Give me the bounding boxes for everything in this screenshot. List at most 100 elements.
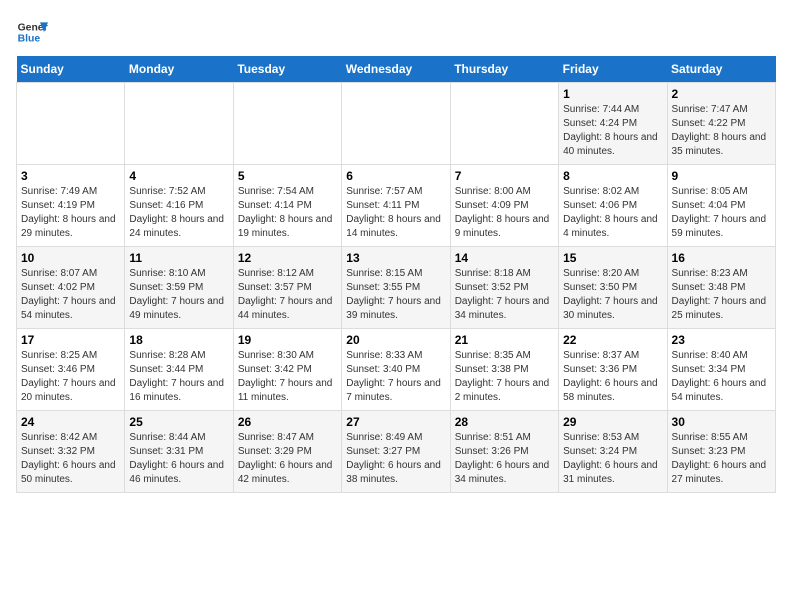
calendar-cell [342, 83, 450, 165]
day-number: 5 [238, 169, 337, 183]
svg-text:Blue: Blue [18, 34, 41, 45]
day-info: Sunrise: 7:44 AM Sunset: 4:24 PM Dayligh… [563, 103, 662, 159]
calendar-week-row: 3 Sunrise: 7:49 AM Sunset: 4:19 PM Daylig… [17, 165, 776, 247]
calendar-cell: 5 Sunrise: 7:54 AM Sunset: 4:14 PM Daylig… [233, 165, 341, 247]
calendar-cell: 7 Sunrise: 8:00 AM Sunset: 4:09 PM Daylig… [450, 165, 558, 247]
calendar-cell: 18 Sunrise: 8:28 AM Sunset: 3:44 PM Dayli… [125, 329, 233, 411]
weekday-header-row: SundayMondayTuesdayWednesdayThursdayFrid… [17, 56, 776, 83]
day-number: 12 [238, 251, 337, 265]
day-info: Sunrise: 8:35 AM Sunset: 3:38 PM Dayligh… [455, 349, 554, 405]
day-info: Sunrise: 8:23 AM Sunset: 3:48 PM Dayligh… [672, 267, 771, 323]
calendar-cell: 24Sunrise: 8:42 AM Sunset: 3:32 PM Dayli… [17, 411, 125, 493]
calendar-cell: 28 Sunrise: 8:51 AM Sunset: 3:26 PM Dayli… [450, 411, 558, 493]
day-number: 21 [455, 333, 554, 347]
weekday-header-saturday: Saturday [667, 56, 775, 83]
day-number: 20 [346, 333, 445, 347]
calendar-week-row: 17 Sunrise: 8:25 AM Sunset: 3:46 PM Dayli… [17, 329, 776, 411]
weekday-header-friday: Friday [559, 56, 667, 83]
day-number: 28 [455, 415, 554, 429]
day-number: 19 [238, 333, 337, 347]
day-info: Sunrise: 8:40 AM Sunset: 3:34 PM Dayligh… [672, 349, 771, 405]
day-info: Sunrise: 8:44 AM Sunset: 3:31 PM Dayligh… [129, 431, 228, 487]
day-number: 1 [563, 87, 662, 101]
calendar-cell: 23Sunrise: 8:40 AM Sunset: 3:34 PM Dayli… [667, 329, 775, 411]
weekday-header-sunday: Sunday [17, 56, 125, 83]
calendar-cell: 22 Sunrise: 8:37 AM Sunset: 3:36 PM Dayli… [559, 329, 667, 411]
calendar-cell [125, 83, 233, 165]
day-info: Sunrise: 8:30 AM Sunset: 3:42 PM Dayligh… [238, 349, 337, 405]
day-info: Sunrise: 8:49 AM Sunset: 3:27 PM Dayligh… [346, 431, 445, 487]
day-number: 30 [672, 415, 771, 429]
day-info: Sunrise: 7:52 AM Sunset: 4:16 PM Dayligh… [129, 185, 228, 241]
day-info: Sunrise: 7:49 AM Sunset: 4:19 PM Dayligh… [21, 185, 120, 241]
day-info: Sunrise: 7:57 AM Sunset: 4:11 PM Dayligh… [346, 185, 445, 241]
day-number: 18 [129, 333, 228, 347]
day-number: 14 [455, 251, 554, 265]
calendar-cell [17, 83, 125, 165]
day-number: 22 [563, 333, 662, 347]
day-number: 3 [21, 169, 120, 183]
calendar-cell: 30 Sunrise: 8:55 AM Sunset: 3:23 PM Dayli… [667, 411, 775, 493]
day-info: Sunrise: 7:47 AM Sunset: 4:22 PM Dayligh… [672, 103, 771, 159]
day-info: Sunrise: 8:37 AM Sunset: 3:36 PM Dayligh… [563, 349, 662, 405]
calendar-week-row: 1 Sunrise: 7:44 AM Sunset: 4:24 PM Daylig… [17, 83, 776, 165]
day-info: Sunrise: 8:28 AM Sunset: 3:44 PM Dayligh… [129, 349, 228, 405]
day-number: 10 [21, 251, 120, 265]
calendar-cell: 13Sunrise: 8:15 AM Sunset: 3:55 PM Dayli… [342, 247, 450, 329]
calendar-cell: 17 Sunrise: 8:25 AM Sunset: 3:46 PM Dayli… [17, 329, 125, 411]
calendar-cell: 16 Sunrise: 8:23 AM Sunset: 3:48 PM Dayli… [667, 247, 775, 329]
day-number: 15 [563, 251, 662, 265]
day-number: 29 [563, 415, 662, 429]
day-info: Sunrise: 8:55 AM Sunset: 3:23 PM Dayligh… [672, 431, 771, 487]
day-number: 25 [129, 415, 228, 429]
day-number: 4 [129, 169, 228, 183]
logo: General Blue [16, 16, 48, 48]
calendar-cell: 4 Sunrise: 7:52 AM Sunset: 4:16 PM Daylig… [125, 165, 233, 247]
calendar-table: SundayMondayTuesdayWednesdayThursdayFrid… [16, 56, 776, 493]
day-info: Sunrise: 8:05 AM Sunset: 4:04 PM Dayligh… [672, 185, 771, 241]
calendar-cell: 19 Sunrise: 8:30 AM Sunset: 3:42 PM Dayli… [233, 329, 341, 411]
calendar-cell: 2 Sunrise: 7:47 AM Sunset: 4:22 PM Daylig… [667, 83, 775, 165]
calendar-week-row: 24Sunrise: 8:42 AM Sunset: 3:32 PM Dayli… [17, 411, 776, 493]
day-info: Sunrise: 8:20 AM Sunset: 3:50 PM Dayligh… [563, 267, 662, 323]
day-info: Sunrise: 8:18 AM Sunset: 3:52 PM Dayligh… [455, 267, 554, 323]
day-info: Sunrise: 8:51 AM Sunset: 3:26 PM Dayligh… [455, 431, 554, 487]
day-info: Sunrise: 8:12 AM Sunset: 3:57 PM Dayligh… [238, 267, 337, 323]
calendar-cell: 15 Sunrise: 8:20 AM Sunset: 3:50 PM Dayli… [559, 247, 667, 329]
day-info: Sunrise: 8:53 AM Sunset: 3:24 PM Dayligh… [563, 431, 662, 487]
calendar-cell: 10 Sunrise: 8:07 AM Sunset: 4:02 PM Dayli… [17, 247, 125, 329]
calendar-cell: 26 Sunrise: 8:47 AM Sunset: 3:29 PM Dayli… [233, 411, 341, 493]
day-number: 26 [238, 415, 337, 429]
calendar-cell: 14 Sunrise: 8:18 AM Sunset: 3:52 PM Dayli… [450, 247, 558, 329]
day-info: Sunrise: 8:33 AM Sunset: 3:40 PM Dayligh… [346, 349, 445, 405]
day-info: Sunrise: 8:47 AM Sunset: 3:29 PM Dayligh… [238, 431, 337, 487]
day-number: 27 [346, 415, 445, 429]
weekday-header-thursday: Thursday [450, 56, 558, 83]
day-info: Sunrise: 8:00 AM Sunset: 4:09 PM Dayligh… [455, 185, 554, 241]
day-number: 7 [455, 169, 554, 183]
day-info: Sunrise: 8:07 AM Sunset: 4:02 PM Dayligh… [21, 267, 120, 323]
calendar-cell: 8 Sunrise: 8:02 AM Sunset: 4:06 PM Daylig… [559, 165, 667, 247]
calendar-cell: 21 Sunrise: 8:35 AM Sunset: 3:38 PM Dayli… [450, 329, 558, 411]
logo-icon: General Blue [16, 16, 48, 48]
day-info: Sunrise: 8:02 AM Sunset: 4:06 PM Dayligh… [563, 185, 662, 241]
day-number: 24 [21, 415, 120, 429]
day-info: Sunrise: 8:15 AM Sunset: 3:55 PM Dayligh… [346, 267, 445, 323]
day-number: 17 [21, 333, 120, 347]
day-number: 8 [563, 169, 662, 183]
day-number: 2 [672, 87, 771, 101]
day-info: Sunrise: 8:10 AM Sunset: 3:59 PM Dayligh… [129, 267, 228, 323]
calendar-cell: 12 Sunrise: 8:12 AM Sunset: 3:57 PM Dayli… [233, 247, 341, 329]
day-info: Sunrise: 7:54 AM Sunset: 4:14 PM Dayligh… [238, 185, 337, 241]
calendar-cell: 11Sunrise: 8:10 AM Sunset: 3:59 PM Dayli… [125, 247, 233, 329]
weekday-header-tuesday: Tuesday [233, 56, 341, 83]
calendar-week-row: 10 Sunrise: 8:07 AM Sunset: 4:02 PM Dayli… [17, 247, 776, 329]
calendar-cell: 27 Sunrise: 8:49 AM Sunset: 3:27 PM Dayli… [342, 411, 450, 493]
weekday-header-wednesday: Wednesday [342, 56, 450, 83]
day-info: Sunrise: 8:25 AM Sunset: 3:46 PM Dayligh… [21, 349, 120, 405]
header: General Blue [16, 16, 776, 48]
calendar-cell: 20 Sunrise: 8:33 AM Sunset: 3:40 PM Dayli… [342, 329, 450, 411]
calendar-cell: 3 Sunrise: 7:49 AM Sunset: 4:19 PM Daylig… [17, 165, 125, 247]
calendar-cell: 9Sunrise: 8:05 AM Sunset: 4:04 PM Daylig… [667, 165, 775, 247]
day-number: 16 [672, 251, 771, 265]
